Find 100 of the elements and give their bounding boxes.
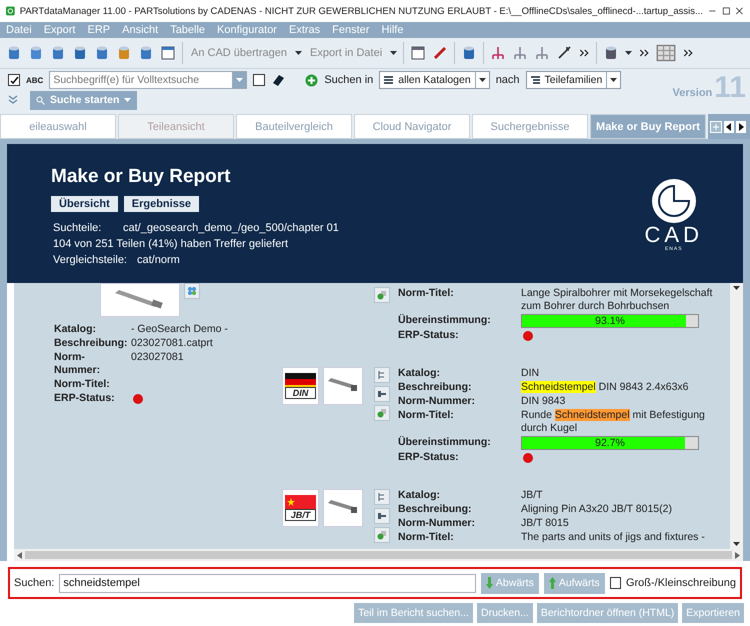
wand-icon[interactable] — [556, 45, 572, 61]
start-search-button[interactable]: Suche starten — [30, 90, 138, 110]
field-value: Schneidstempel DIN 9843 2.4x63x6 — [521, 381, 690, 394]
database-icon[interactable] — [94, 45, 110, 61]
checkbox[interactable] — [8, 74, 20, 86]
scroll-left-icon[interactable] — [724, 120, 734, 132]
export-button[interactable]: Export in Datei — [308, 47, 384, 59]
field-value: 023027081.catprt — [131, 337, 214, 350]
field-label: Katalog: — [398, 489, 441, 502]
search-field[interactable]: Suchbegriff(e) für Volltextsuche — [49, 71, 248, 89]
tab[interactable]: Make or Buy Report — [590, 114, 706, 139]
info-value: cat/_geosearch_demo_/geo_500/chapter 01 — [123, 221, 339, 236]
dots-icon[interactable] — [184, 283, 200, 299]
database-icon[interactable] — [6, 45, 22, 61]
menu-item[interactable]: Hilfe — [381, 24, 404, 36]
database-icon[interactable] — [50, 45, 66, 61]
checkbox[interactable] — [253, 74, 266, 86]
info-value: cat/norm — [137, 253, 180, 268]
field-label: Beschreibung: — [54, 337, 128, 350]
tree-icon[interactable] — [374, 367, 390, 383]
meter-reading: 92.7% — [594, 437, 626, 449]
part-check-icon[interactable] — [374, 287, 390, 303]
field-value: DIN 9843 — [521, 395, 566, 408]
caret-icon — [295, 51, 302, 55]
arrow-up-icon — [548, 577, 556, 589]
field-label: Beschreibung: — [398, 381, 473, 394]
menu-item[interactable]: Fenster — [332, 24, 370, 36]
menu-item[interactable]: Konfigurator — [217, 24, 277, 36]
tab[interactable]: Suchergebnisse — [472, 114, 588, 139]
menu-item[interactable]: Tabelle — [170, 24, 206, 36]
part-check-icon[interactable] — [374, 527, 390, 543]
menu-item[interactable]: ERP — [87, 24, 110, 36]
info-label: Suchteile: — [53, 221, 102, 236]
expand-icon[interactable] — [8, 95, 18, 105]
list-icon — [530, 74, 541, 86]
field-label: Katalog: — [54, 323, 97, 336]
part-check-icon[interactable] — [374, 405, 390, 421]
plus-icon[interactable] — [305, 74, 318, 86]
up-button[interactable]: Aufwärts — [544, 572, 605, 594]
meter-reading: 93.1% — [594, 315, 626, 327]
menu-item[interactable]: Ansicht — [122, 24, 158, 36]
action-button[interactable]: Drucken... — [476, 603, 533, 623]
caret-icon — [625, 51, 632, 55]
mode-select[interactable]: Teilefamilien — [526, 71, 622, 89]
tree-icon[interactable] — [512, 45, 528, 61]
catalog-select[interactable]: allen Katalogen — [379, 71, 490, 89]
version-label: Version — [672, 87, 712, 99]
badge-text: JB/T — [285, 509, 316, 521]
caret-icon — [124, 98, 132, 102]
bolt-icon[interactable] — [374, 508, 390, 524]
field-label: Übereinstimmung: — [398, 436, 492, 450]
field-label: Norm-Nummer: — [54, 351, 102, 377]
tree-icon[interactable] — [534, 45, 550, 61]
table-icon[interactable] — [160, 45, 176, 61]
grid-icon[interactable] — [656, 43, 676, 63]
field-value: DIN — [521, 367, 540, 380]
menu-item[interactable]: Datei — [6, 24, 32, 36]
bolt-icon[interactable] — [374, 386, 390, 402]
field-value: Lange Spiralbohrer mit Morsekegelschaft zum Bohrer durch Bohrbuchsen — [521, 287, 714, 313]
info-text: 104 von 251 Teilen (41%) haben Treffer geliefert — [53, 237, 288, 252]
window-icon[interactable] — [410, 45, 426, 61]
database-icon[interactable] — [72, 45, 88, 61]
field-value: Runde Schneidstempel mit Befestigung durch Kugel — [521, 409, 706, 435]
field-label: Norm-Titel: — [54, 378, 111, 391]
field-value: - GeoSearch Demo - — [131, 323, 229, 336]
field-label: Beschreibung: — [398, 503, 473, 516]
chevron-icon[interactable] — [638, 47, 650, 59]
transfer-button[interactable]: An CAD übertragen — [189, 47, 289, 59]
tab[interactable]: Cloud Navigator — [354, 114, 470, 139]
tab[interactable]: eileauswahl — [0, 114, 116, 139]
field-label: Norm-Nummer: — [398, 517, 476, 530]
chevron-icon[interactable] — [682, 47, 694, 59]
badge-text: DIN — [285, 387, 316, 399]
report-button[interactable]: Übersicht — [51, 196, 118, 212]
menu-item[interactable]: Export — [44, 24, 76, 36]
field-value: JB/T — [521, 489, 544, 502]
action-button[interactable]: Teil im Bericht suchen... — [354, 603, 473, 623]
find-field[interactable]: schneidstempel — [59, 574, 476, 592]
scroll-right-icon[interactable] — [736, 120, 746, 132]
database-icon[interactable] — [28, 45, 44, 61]
action-button[interactable]: Exportieren — [682, 603, 744, 623]
caret-icon — [478, 78, 486, 82]
action-button[interactable]: Berichtordner öffnen (HTML) — [536, 603, 678, 623]
field-value: Aligning Pin A3x20 JB/T 8015(2) — [521, 503, 673, 516]
info-label: Vergleichsteile: — [53, 253, 128, 268]
tree-icon[interactable] — [490, 45, 506, 61]
down-button[interactable]: Abwärts — [480, 572, 539, 594]
field-label: Katalog: — [398, 367, 441, 380]
case-label: Groß-/Kleinschreibung — [626, 577, 736, 589]
field-label: Norm-Titel: — [398, 287, 455, 301]
menu-item[interactable]: Extras — [288, 24, 320, 36]
field-value: JB/T 8015 — [521, 517, 570, 530]
tree-icon[interactable] — [374, 489, 390, 505]
database-icon[interactable] — [138, 45, 154, 61]
scrollbar-thumb[interactable] — [25, 551, 732, 559]
checkbox[interactable] — [610, 577, 621, 589]
tab[interactable]: Bauteilvergleich — [236, 114, 352, 139]
chevron-icon[interactable] — [578, 47, 590, 59]
app-icon — [6, 4, 15, 18]
report-button[interactable]: Ergebnisse — [124, 196, 200, 212]
